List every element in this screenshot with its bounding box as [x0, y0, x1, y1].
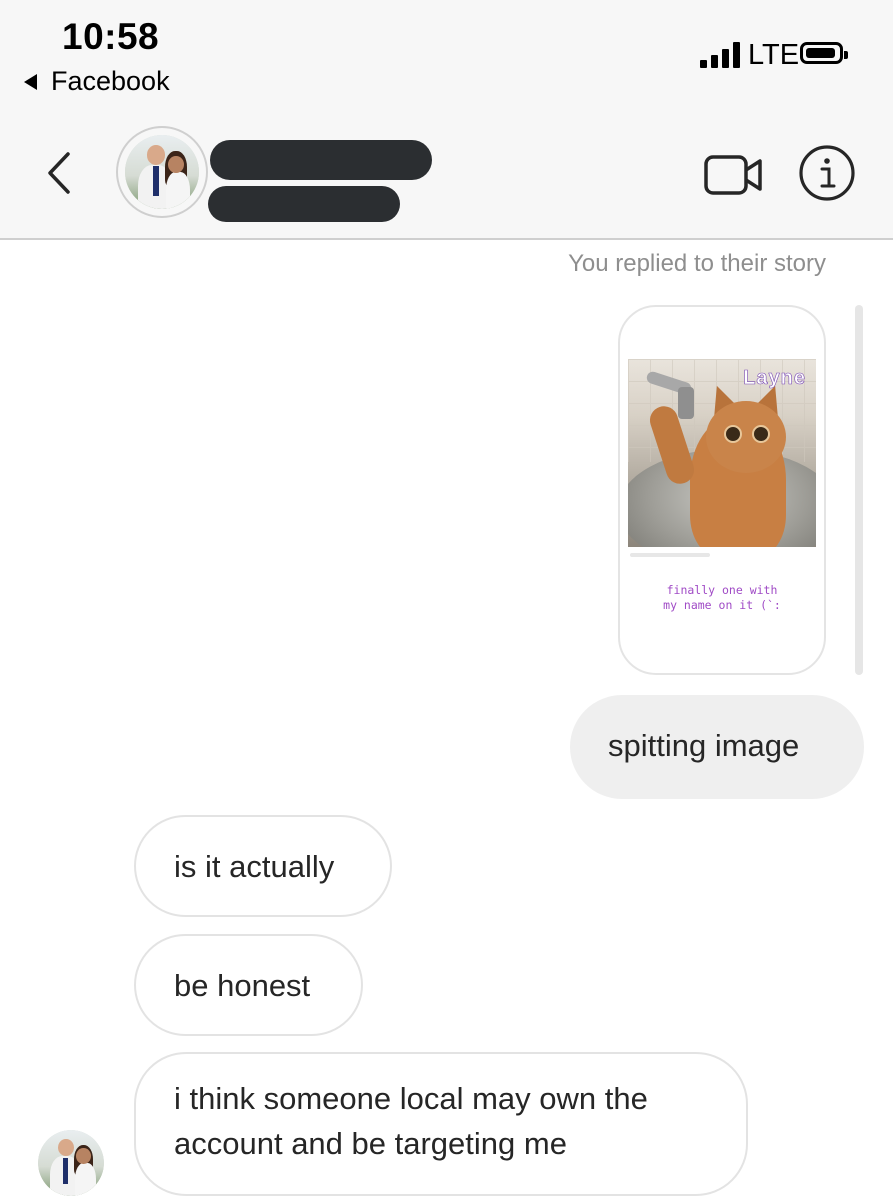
- contact-name-redaction: [210, 140, 432, 180]
- outgoing-message-bubble[interactable]: spitting image: [570, 695, 864, 799]
- incoming-message-bubble[interactable]: be honest: [134, 934, 363, 1036]
- story-preview-card[interactable]: Layne finally one with my name on it (`:: [618, 305, 826, 675]
- incoming-message-bubble[interactable]: is it actually: [134, 815, 392, 917]
- message-text: i think someone local may own the: [174, 1081, 648, 1116]
- network-type: LTE: [748, 39, 800, 71]
- story-watermark: [630, 553, 710, 557]
- back-to-app-link[interactable]: Facebook: [24, 66, 170, 97]
- message-text: account and be targeting me: [174, 1126, 567, 1161]
- battery-icon: [800, 42, 848, 64]
- story-caption: finally one with my name on it (`:: [620, 583, 824, 613]
- incoming-message-bubble[interactable]: i think someone local may own the accoun…: [134, 1052, 748, 1196]
- story-name-sticker: Layne: [743, 367, 806, 390]
- status-time: 10:58: [62, 16, 160, 57]
- contact-username-redaction: [208, 186, 400, 222]
- scrollbar[interactable]: [855, 305, 863, 675]
- sender-avatar[interactable]: [38, 1130, 104, 1196]
- avatar-photo: [125, 135, 199, 209]
- message-text: is it actually: [174, 849, 335, 884]
- message-text: be honest: [174, 968, 311, 1003]
- story-caption-line: my name on it (`:: [663, 598, 781, 612]
- video-camera-icon[interactable]: [703, 152, 765, 198]
- cellular-signal-icon: [700, 42, 742, 68]
- back-app-label: Facebook: [51, 66, 170, 96]
- avatar-photo: [38, 1130, 104, 1196]
- story-reply-note: You replied to their story: [568, 250, 826, 277]
- story-caption-line: finally one with: [666, 583, 778, 597]
- message-text: spitting image: [608, 728, 800, 763]
- back-triangle-icon: [24, 73, 37, 90]
- chevron-left-icon[interactable]: [42, 148, 82, 198]
- contact-avatar[interactable]: [116, 126, 208, 218]
- info-icon[interactable]: [798, 144, 856, 202]
- story-image: Layne: [628, 359, 816, 547]
